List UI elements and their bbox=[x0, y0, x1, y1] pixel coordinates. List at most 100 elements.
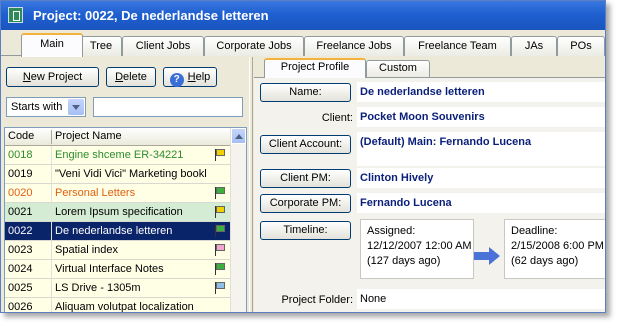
project-folder-label: Project Folder: bbox=[281, 294, 353, 306]
table-row[interactable]: 0022 De nederlandse letteren bbox=[5, 222, 231, 241]
project-detail-panel: Project Profile Custom Name: De nederlan… bbox=[254, 57, 605, 312]
row-code: 0026 bbox=[8, 301, 33, 313]
table-row[interactable]: 0021 Lorem Ipsum specification bbox=[5, 203, 231, 222]
grid-scrollbar[interactable] bbox=[230, 128, 246, 312]
deadline-date: 2/15/2008 6:00 PM bbox=[511, 240, 604, 252]
row-code: 0021 bbox=[8, 206, 33, 218]
main-tab-bar: Main Tree Client Jobs Corporate Jobs Fre… bbox=[1, 30, 605, 57]
assigned-label: Assigned: bbox=[367, 225, 416, 237]
tab-freelance-jobs[interactable]: Freelance Jobs bbox=[304, 36, 404, 56]
help-hotkey: H bbox=[187, 71, 196, 83]
delete-label-rest: elete bbox=[123, 71, 147, 83]
tab-pos[interactable]: POs bbox=[557, 36, 605, 56]
flag-icon bbox=[215, 206, 225, 218]
deadline-ago: (62 days ago) bbox=[511, 255, 579, 267]
assigned-ago: (127 days ago) bbox=[367, 255, 441, 267]
row-project-name: "Veni Vidi Vici" Marketing bookl bbox=[55, 168, 207, 180]
client-pm-button[interactable]: Client PM: bbox=[260, 169, 351, 188]
row-project-name: De nederlandse letteren bbox=[55, 225, 173, 237]
client-account-button[interactable]: Client Account: bbox=[260, 135, 351, 154]
assigned-date: 12/12/2007 12:00 AM bbox=[367, 240, 472, 252]
project-grid: Code Project Name 0018 Engine shceme ER-3… bbox=[4, 127, 247, 313]
scroll-up-icon[interactable] bbox=[231, 128, 246, 144]
delete-button[interactable]: Delete bbox=[106, 67, 156, 87]
new-project-label-rest: ew Project bbox=[30, 71, 83, 83]
deadline-box: Deadline: 2/15/2008 6:00 PM (62 days ago… bbox=[504, 219, 605, 279]
row-project-name: Spatial index bbox=[55, 244, 118, 256]
row-divider bbox=[51, 203, 52, 222]
row-code: 0022 bbox=[8, 225, 33, 237]
row-project-name: Engine shceme ER-34221 bbox=[55, 149, 184, 161]
row-code: 0019 bbox=[8, 168, 33, 180]
help-button[interactable]: ? Help bbox=[163, 67, 217, 87]
row-code: 0018 bbox=[8, 149, 33, 161]
tab-corporate-jobs[interactable]: Corporate Jobs bbox=[204, 36, 304, 56]
flag-icon bbox=[215, 225, 225, 237]
app-logo-icon bbox=[8, 7, 23, 23]
timeline-button[interactable]: Timeline: bbox=[260, 221, 351, 240]
row-divider bbox=[51, 241, 52, 260]
arrow-right-icon bbox=[474, 247, 500, 265]
flag-icon bbox=[215, 187, 225, 199]
row-code: 0023 bbox=[8, 244, 33, 256]
panel-splitter[interactable] bbox=[249, 57, 253, 312]
subtab-custom[interactable]: Custom bbox=[366, 60, 430, 77]
row-divider bbox=[51, 184, 52, 203]
row-divider bbox=[51, 260, 52, 279]
column-divider[interactable] bbox=[51, 130, 52, 144]
row-divider bbox=[51, 146, 52, 165]
tab-freelance-team[interactable]: Freelance Team bbox=[404, 36, 511, 56]
row-project-name: Aliquam volutpat localization bbox=[55, 301, 194, 313]
row-project-name: Lorem Ipsum specification bbox=[55, 206, 183, 218]
table-row[interactable]: 0025 LS Drive - 1305m bbox=[5, 279, 231, 298]
new-project-hotkey: N bbox=[22, 71, 31, 83]
row-divider bbox=[51, 222, 52, 241]
deadline-label: Deadline: bbox=[511, 225, 558, 237]
help-label-rest: elp bbox=[195, 71, 211, 83]
table-row[interactable]: 0020 Personal Letters bbox=[5, 184, 231, 203]
name-value: De nederlandse letteren bbox=[357, 82, 605, 102]
grid-header: Code Project Name bbox=[5, 128, 231, 146]
row-project-name: Personal Letters bbox=[55, 187, 136, 199]
table-row[interactable]: 0023 Spatial index bbox=[5, 241, 231, 260]
tab-main[interactable]: Main bbox=[21, 33, 83, 57]
flag-icon bbox=[215, 244, 225, 256]
project-folder-value: None bbox=[357, 289, 605, 309]
flag-icon bbox=[215, 149, 225, 161]
tab-tree[interactable]: Tree bbox=[80, 36, 122, 56]
column-header-code[interactable]: Code bbox=[8, 130, 34, 142]
subtab-project-profile[interactable]: Project Profile bbox=[264, 58, 366, 78]
client-value: Pocket Moon Souvenirs bbox=[357, 107, 605, 127]
row-divider bbox=[51, 165, 52, 184]
window-title: Project: 0022, De nederlandse letteren bbox=[33, 8, 269, 23]
tab-jas[interactable]: JAs bbox=[511, 36, 557, 56]
column-header-project-name[interactable]: Project Name bbox=[55, 130, 122, 142]
corporate-pm-button[interactable]: Corporate PM: bbox=[260, 194, 351, 213]
project-list-panel: New Project Delete ? Help Starts with Cod… bbox=[1, 57, 249, 313]
title-bar[interactable]: Project: 0022, De nederlandse letteren bbox=[1, 1, 605, 30]
table-row[interactable]: 0019 "Veni Vidi Vici" Marketing bookl bbox=[5, 165, 231, 184]
client-account-value: (Default) Main: Fernando Lucena bbox=[357, 132, 605, 166]
delete-hotkey: D bbox=[115, 71, 124, 83]
client-pm-value: Clinton Hively bbox=[357, 168, 605, 188]
client-label: Client: bbox=[321, 112, 353, 124]
flag-icon bbox=[215, 282, 225, 294]
tab-client-jobs[interactable]: Client Jobs bbox=[122, 36, 204, 56]
row-divider bbox=[51, 279, 52, 298]
help-icon: ? bbox=[169, 73, 184, 87]
table-row[interactable]: 0024 Virtual Interface Notes bbox=[5, 260, 231, 279]
flag-icon bbox=[215, 263, 225, 275]
search-input[interactable] bbox=[93, 97, 243, 117]
grid-rows: 0018 Engine shceme ER-34221 0019 "Veni Vidi… bbox=[5, 146, 231, 313]
row-code: 0020 bbox=[8, 187, 33, 199]
project-window: Project: 0022, De nederlandse letteren M… bbox=[0, 0, 606, 313]
row-divider bbox=[51, 298, 52, 312]
assigned-box: Assigned: 12/12/2007 12:00 AM (127 days … bbox=[360, 219, 474, 279]
table-row[interactable]: 0018 Engine shceme ER-34221 bbox=[5, 146, 231, 165]
new-project-button[interactable]: New Project bbox=[6, 67, 99, 87]
filter-mode-select[interactable]: Starts with bbox=[6, 97, 86, 117]
table-row[interactable]: 0026 Aliquam volutpat localization bbox=[5, 298, 231, 313]
row-code: 0024 bbox=[8, 263, 33, 275]
name-button[interactable]: Name: bbox=[260, 83, 351, 102]
chevron-down-icon[interactable] bbox=[68, 99, 84, 115]
